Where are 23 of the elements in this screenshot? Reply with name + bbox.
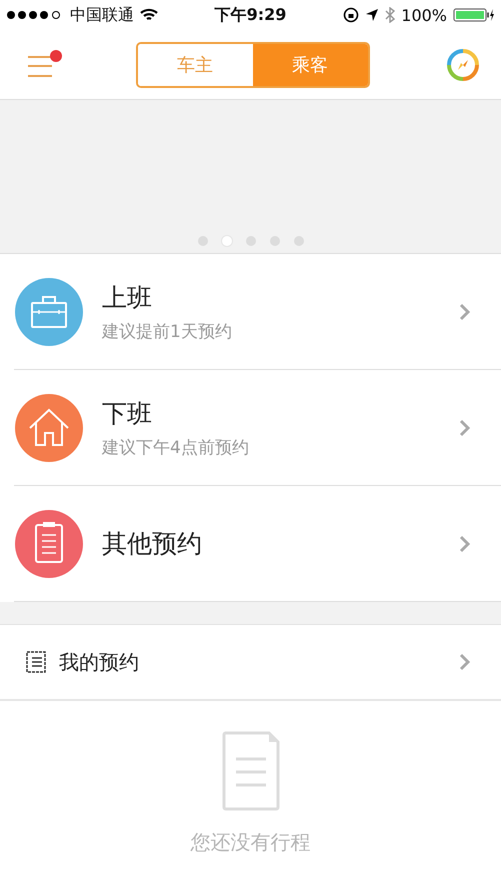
document-icon (222, 731, 280, 811)
battery-percent: 100% (401, 6, 448, 24)
wifi-icon (140, 8, 158, 22)
carrier-name: 中国联通 (70, 4, 134, 26)
clock-time: 下午9:29 (214, 4, 286, 26)
booking-title[interactable]: 下班 (102, 396, 441, 430)
chevron-icon (459, 418, 471, 436)
compass-icon[interactable] (447, 48, 479, 80)
list-icon (26, 651, 46, 673)
chevron-icon (459, 534, 471, 552)
battery-icon (453, 8, 496, 22)
my-bookings-link[interactable]: 我的预约 (59, 648, 446, 676)
page-dot[interactable] (222, 236, 232, 246)
chevron-icon (459, 302, 471, 320)
rotation-lock-icon (343, 7, 360, 23)
booking-title[interactable]: 上班 (102, 280, 441, 314)
bluetooth-icon (385, 7, 396, 23)
booking-title[interactable]: 其他预约 (102, 527, 441, 560)
location-arrow-icon (365, 8, 380, 22)
booking-hint: 建议下午4点前预约 (102, 436, 250, 458)
empty-message: 您还没有行程 (190, 829, 310, 856)
booking-hint: 建议提前1天预约 (102, 320, 233, 342)
chevron-icon (459, 653, 471, 671)
